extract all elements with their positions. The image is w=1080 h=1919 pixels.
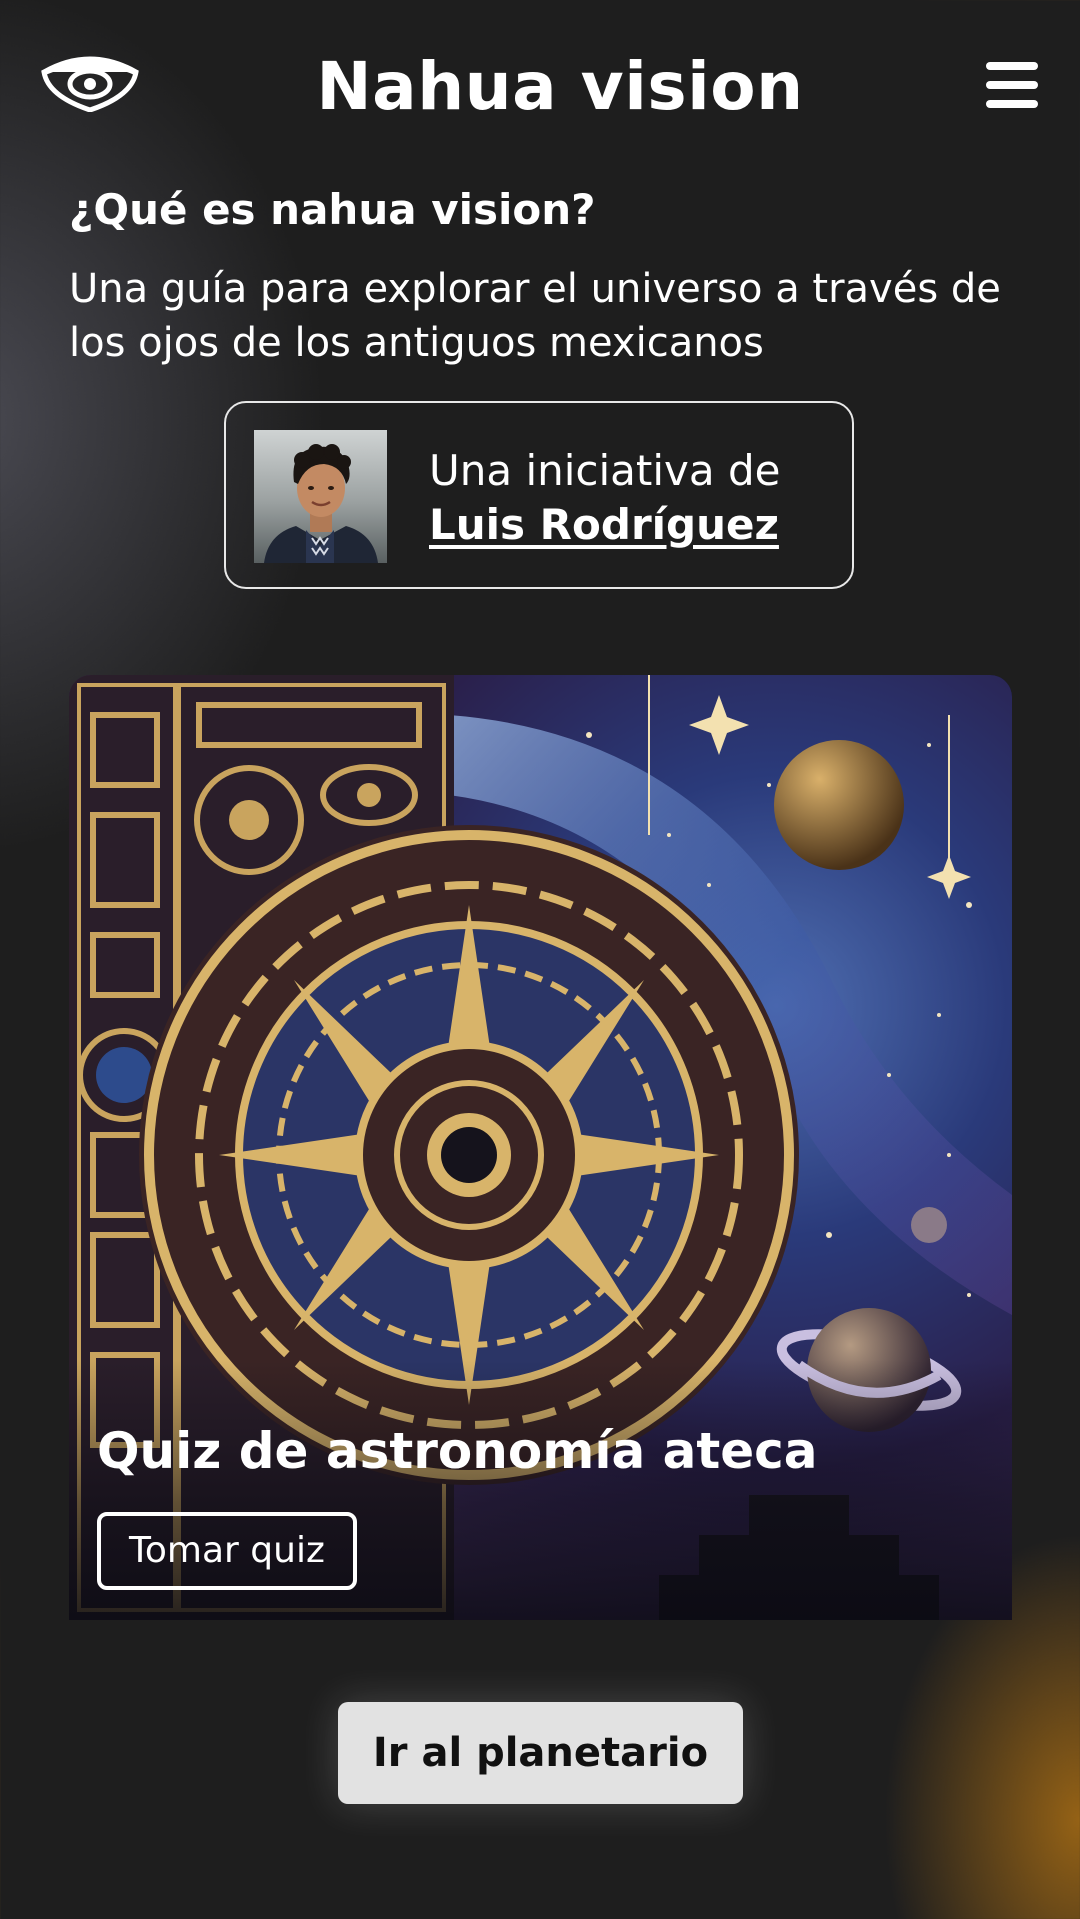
author-avatar [254, 430, 387, 563]
take-quiz-button[interactable]: Tomar quiz [97, 1512, 357, 1590]
author-prefix: Una iniciativa de [429, 446, 781, 495]
author-portrait-image [264, 444, 378, 563]
author-credit: Una iniciativa de Luis Rodríguez [429, 445, 829, 553]
app-header: Nahua vision [0, 0, 1080, 175]
app-title: Nahua vision [316, 48, 804, 125]
quiz-card[interactable]: Quiz de astronomía ateca Tomar quiz [69, 675, 1012, 1620]
hamburger-menu-icon[interactable] [984, 60, 1040, 110]
planetarium-button[interactable]: Ir al planetario [338, 1702, 743, 1804]
author-name-link[interactable]: Luis Rodríguez [429, 497, 829, 553]
quiz-title: Quiz de astronomía ateca [97, 1422, 818, 1480]
intro-description: Una guía para explorar el universo a tra… [69, 266, 1001, 366]
intro-heading: ¿Qué es nahua vision? [69, 185, 596, 234]
author-card: Una iniciativa de Luis Rodríguez [224, 401, 854, 589]
